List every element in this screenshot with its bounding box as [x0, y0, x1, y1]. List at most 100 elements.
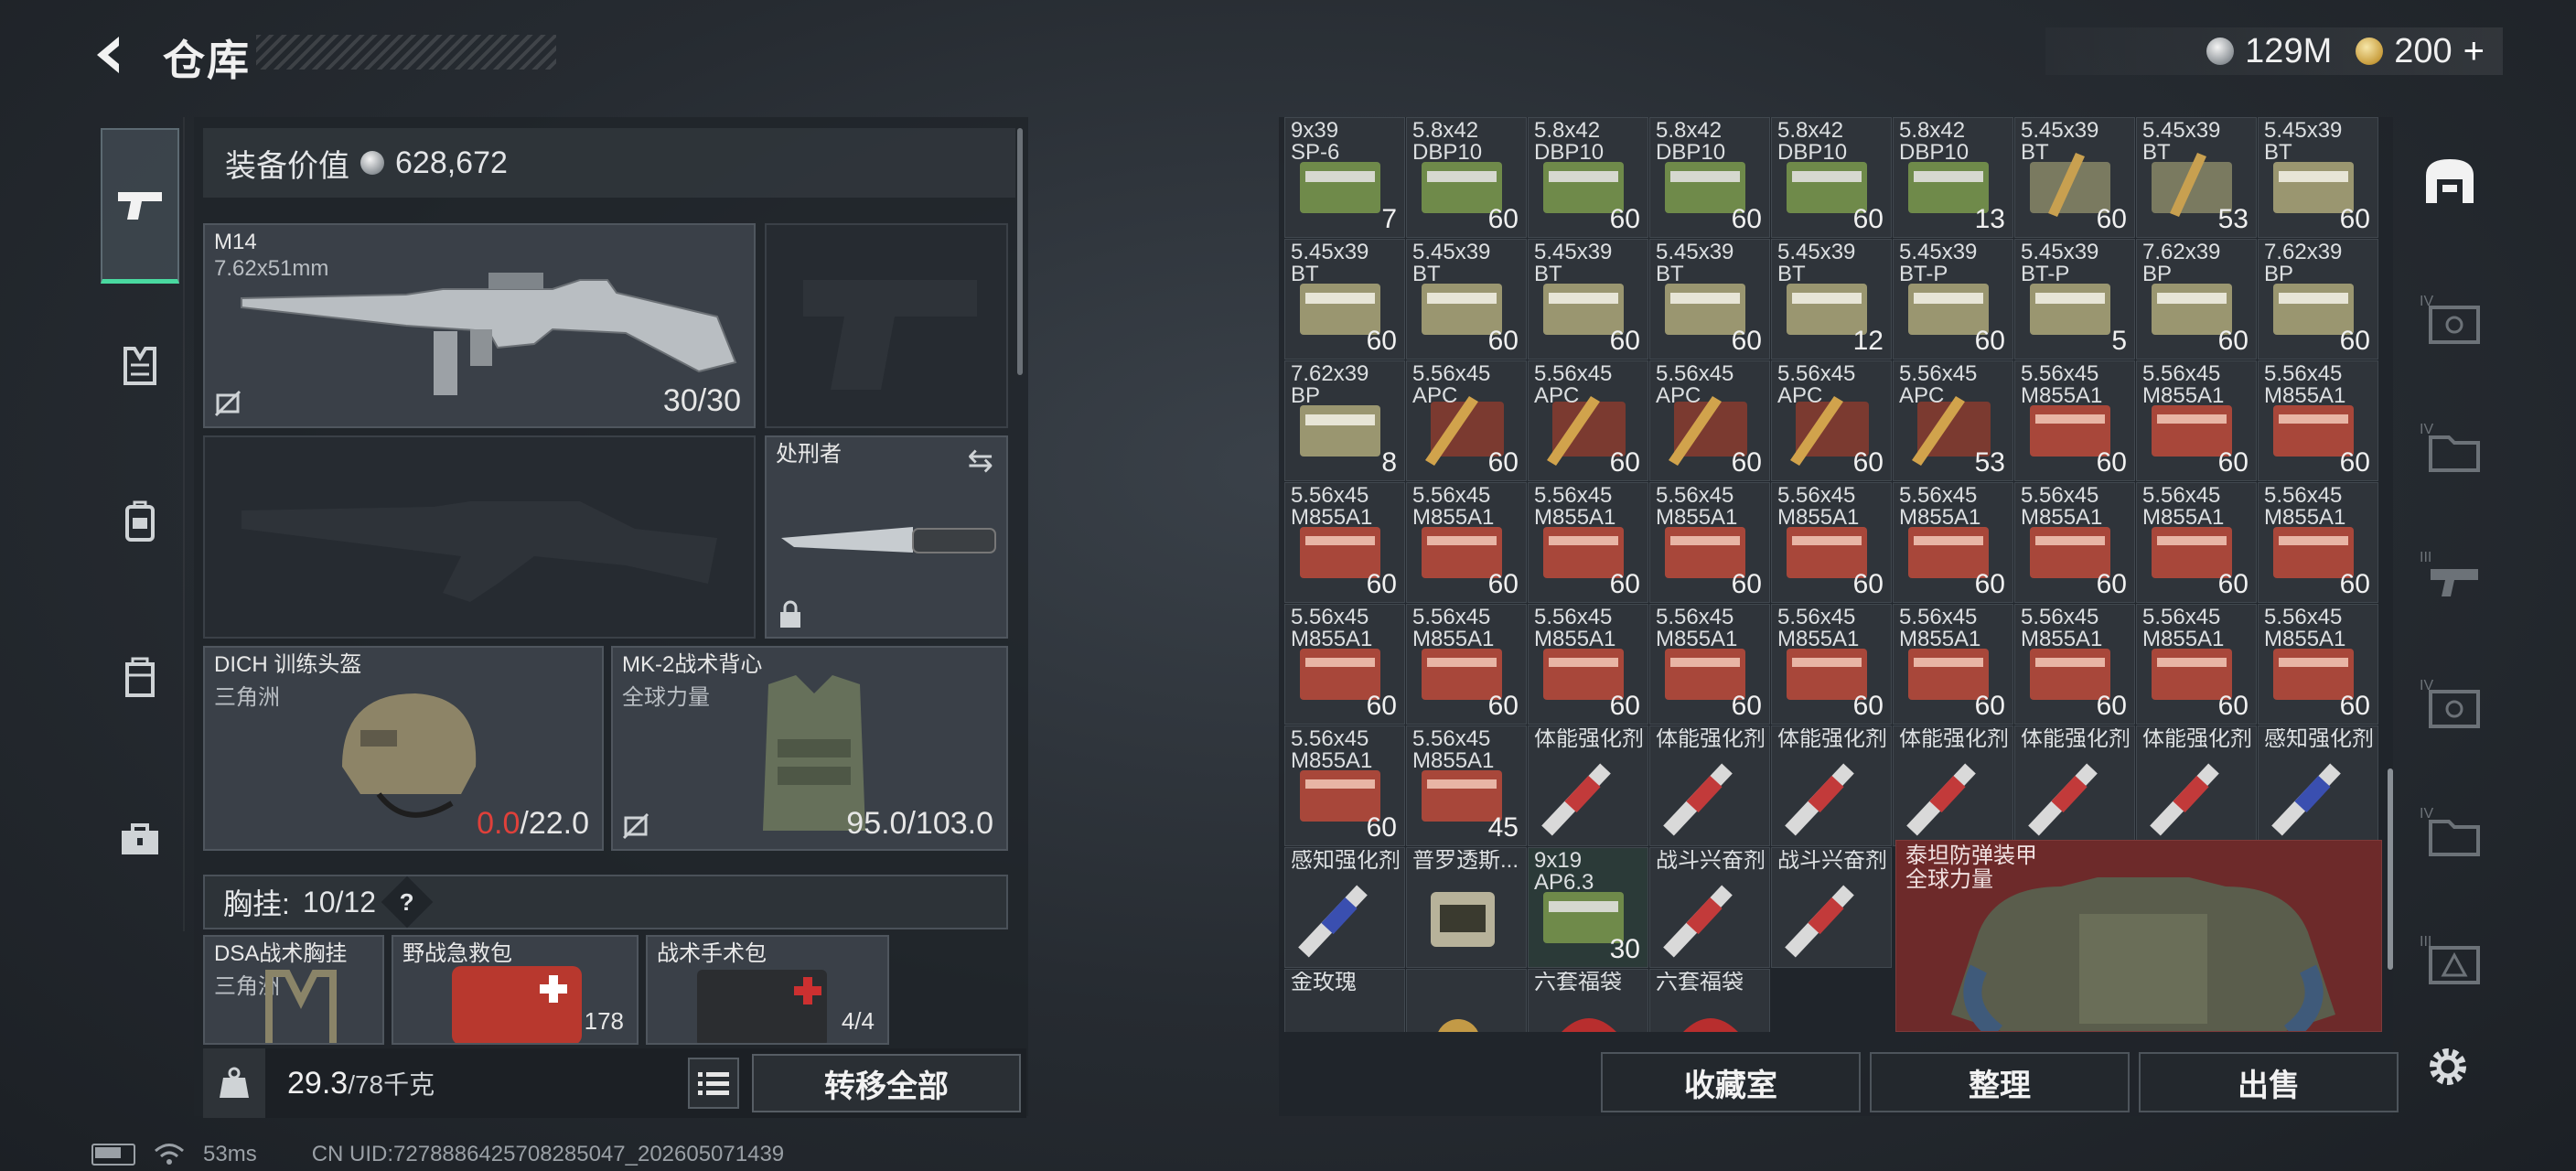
nav-backpack[interactable] — [101, 476, 179, 567]
storage-item[interactable]: 5.56x45 M855A1 60 — [1893, 604, 2013, 725]
storage-item[interactable]: 体能强化剂 — [1528, 725, 1648, 846]
list-view-button[interactable] — [688, 1058, 739, 1109]
storage-item[interactable]: 5.8x42 DBP10 60 — [1406, 117, 1527, 238]
sell-button[interactable]: 出售 — [2139, 1052, 2399, 1112]
storage-item[interactable]: 5.56x45 M855A1 60 — [1649, 604, 1770, 725]
chest-item[interactable]: DSA战术胸挂 三角洲 — [203, 935, 384, 1045]
transfer-all-button[interactable]: 转移全部 — [752, 1054, 1021, 1112]
storage-item[interactable]: 5.56x45 M855A1 60 — [1284, 725, 1405, 846]
nav-weapons[interactable] — [101, 128, 179, 284]
storage-item[interactable]: 5.56x45 APC 60 — [1528, 360, 1648, 481]
storage-item[interactable]: 7.62x39 BP 8 — [1284, 360, 1405, 481]
primary-weapon-slot[interactable]: M14 7.62x51mm 30/30 — [203, 223, 756, 428]
storage-item[interactable]: 5.56x45 M855A1 60 — [2136, 604, 2257, 725]
storage-item[interactable]: 5.56x45 M855A1 60 — [2136, 360, 2257, 481]
storage-item[interactable]: 六套福袋 — [1649, 969, 1770, 1032]
back-button[interactable] — [84, 27, 139, 82]
storage-item[interactable]: 体能强化剂 — [1649, 725, 1770, 846]
storage-item[interactable]: 六套福袋 — [1528, 969, 1648, 1032]
storage-item[interactable]: 战斗兴奋剂 — [1771, 847, 1892, 968]
storage-tab-iv-3[interactable]: IV — [2404, 648, 2496, 757]
storage-item[interactable]: 战斗兴奋剂 — [1649, 847, 1770, 968]
storage-item[interactable]: 5.45x39 BT 12 — [1771, 239, 1892, 360]
secondary-weapon-slot[interactable] — [203, 435, 756, 639]
storage-item[interactable]: 5.45x39 BT 60 — [2014, 117, 2135, 238]
storage-item[interactable]: 7.62x39 BP 60 — [2258, 239, 2378, 360]
chest-item[interactable]: 战术手术包 4/4 — [646, 935, 889, 1045]
storage-item[interactable]: 体能强化剂 — [2136, 725, 2257, 846]
storage-item[interactable]: 感知强化剂 — [2258, 725, 2378, 846]
storage-item[interactable]: 5.45x39 BT-P 5 — [2014, 239, 2135, 360]
nav-chest-rig[interactable] — [101, 320, 179, 412]
sort-button[interactable]: 整理 — [1870, 1052, 2130, 1112]
storage-item[interactable]: 感知强化剂 — [1284, 847, 1405, 968]
storage-scrollbar[interactable] — [2388, 768, 2393, 970]
currency-silver[interactable]: 129M — [2206, 32, 2332, 71]
storage-item[interactable]: 普罗透斯... — [1406, 847, 1527, 968]
storage-item[interactable]: 5.56x45 M855A1 60 — [1649, 482, 1770, 603]
storage-item[interactable]: 5.56x45 APC 53 — [1893, 360, 2013, 481]
storage-item[interactable]: 5.8x42 DBP10 60 — [1649, 117, 1770, 238]
storage-tab-iv-4[interactable]: IV — [2404, 776, 2496, 886]
storage-item[interactable]: 5.56x45 APC 60 — [1771, 360, 1892, 481]
storage-item[interactable]: 5.56x45 M855A1 60 — [1771, 482, 1892, 603]
storage-item-count: 60 — [1852, 447, 1884, 478]
storage-tab-iii[interactable]: III — [2404, 520, 2496, 629]
storage-item[interactable]: 金玫瑰 — [1284, 969, 1405, 1032]
storage-item[interactable]: 5.45x39 BT 60 — [1284, 239, 1405, 360]
nav-pouch[interactable] — [101, 631, 179, 723]
storage-item[interactable]: 5.56x45 M855A1 60 — [1406, 482, 1527, 603]
storage-item[interactable] — [1406, 969, 1527, 1032]
storage-tab-main[interactable] — [2404, 126, 2496, 236]
swap-icon[interactable]: ⇆ — [968, 443, 994, 479]
storage-item[interactable]: 5.45x39 BT 60 — [2258, 117, 2378, 238]
storage-item[interactable]: 5.56x45 APC 60 — [1649, 360, 1770, 481]
storage-item[interactable]: 5.56x45 M855A1 45 — [1406, 725, 1527, 846]
collection-room-button[interactable]: 收藏室 — [1601, 1052, 1861, 1112]
equipment-scrollbar[interactable] — [1017, 128, 1023, 375]
storage-item[interactable]: 5.45x39 BT 60 — [1649, 239, 1770, 360]
storage-tab-iv-2[interactable]: IV — [2404, 392, 2496, 501]
helmet-slot[interactable]: DICH 训练头盔 三角洲 0.0/22.0 — [203, 646, 604, 851]
storage-item[interactable]: 5.45x39 BT-P 60 — [1893, 239, 2013, 360]
add-currency-icon[interactable]: + — [2463, 31, 2485, 72]
armor-slot[interactable]: MK-2战术背心 全球力量 95.0/103.0 — [611, 646, 1008, 851]
storage-item[interactable]: 5.56x45 M855A1 60 — [1528, 604, 1648, 725]
pistol-slot[interactable] — [765, 223, 1008, 428]
storage-item[interactable]: 5.8x42 DBP10 60 — [1771, 117, 1892, 238]
storage-item[interactable]: 5.8x42 DBP10 60 — [1528, 117, 1648, 238]
melee-slot[interactable]: 处刑者 ⇆ — [765, 435, 1008, 639]
storage-item[interactable]: 5.45x39 BT 60 — [1406, 239, 1527, 360]
storage-item[interactable]: 5.56x45 M855A1 60 — [1893, 482, 2013, 603]
storage-item[interactable]: 5.56x45 M855A1 60 — [1284, 482, 1405, 603]
storage-item[interactable]: 体能强化剂 — [2014, 725, 2135, 846]
chest-item[interactable]: 野战急救包 178 — [392, 935, 639, 1045]
nav-toolbox[interactable] — [101, 794, 179, 886]
storage-item[interactable]: 5.56x45 M855A1 60 — [2258, 360, 2378, 481]
storage-item[interactable]: 5.56x45 M855A1 60 — [1406, 604, 1527, 725]
storage-item[interactable]: 5.45x39 BT 53 — [2136, 117, 2257, 238]
storage-item[interactable]: 5.56x45 M855A1 60 — [1528, 482, 1648, 603]
storage-item[interactable]: 5.56x45 M855A1 60 — [2258, 604, 2378, 725]
storage-tab-iii-2[interactable]: III — [2404, 904, 2496, 1014]
storage-tab-iv-1[interactable]: IV — [2404, 263, 2496, 373]
help-icon[interactable]: ? — [381, 876, 434, 929]
storage-item[interactable]: 5.45x39 BT 60 — [1528, 239, 1648, 360]
storage-item[interactable]: 5.56x45 M855A1 60 — [2014, 604, 2135, 725]
storage-item[interactable]: 7.62x39 BP 60 — [2136, 239, 2257, 360]
currency-gold[interactable]: 200 + — [2356, 31, 2485, 72]
storage-item[interactable]: 9x19 AP6.3 30 — [1528, 847, 1648, 968]
storage-item[interactable]: 体能强化剂 — [1893, 725, 2013, 846]
storage-item-large[interactable]: 泰坦防弹装甲 全球力量 — [1895, 840, 2382, 1032]
storage-item[interactable]: 体能强化剂 — [1771, 725, 1892, 846]
storage-item[interactable]: 5.56x45 M855A1 60 — [1284, 604, 1405, 725]
storage-item[interactable]: 5.56x45 M855A1 60 — [2014, 482, 2135, 603]
storage-item[interactable]: 5.56x45 M855A1 60 — [2136, 482, 2257, 603]
settings-button[interactable] — [2415, 1034, 2481, 1100]
storage-item[interactable]: 5.56x45 APC 60 — [1406, 360, 1527, 481]
storage-item[interactable]: 5.56x45 M855A1 60 — [2014, 360, 2135, 481]
storage-item[interactable]: 5.56x45 M855A1 60 — [1771, 604, 1892, 725]
storage-item[interactable]: 5.56x45 M855A1 60 — [2258, 482, 2378, 603]
storage-item[interactable]: 9x39 SP-6 7 — [1284, 117, 1405, 238]
storage-item[interactable]: 5.8x42 DBP10 13 — [1893, 117, 2013, 238]
